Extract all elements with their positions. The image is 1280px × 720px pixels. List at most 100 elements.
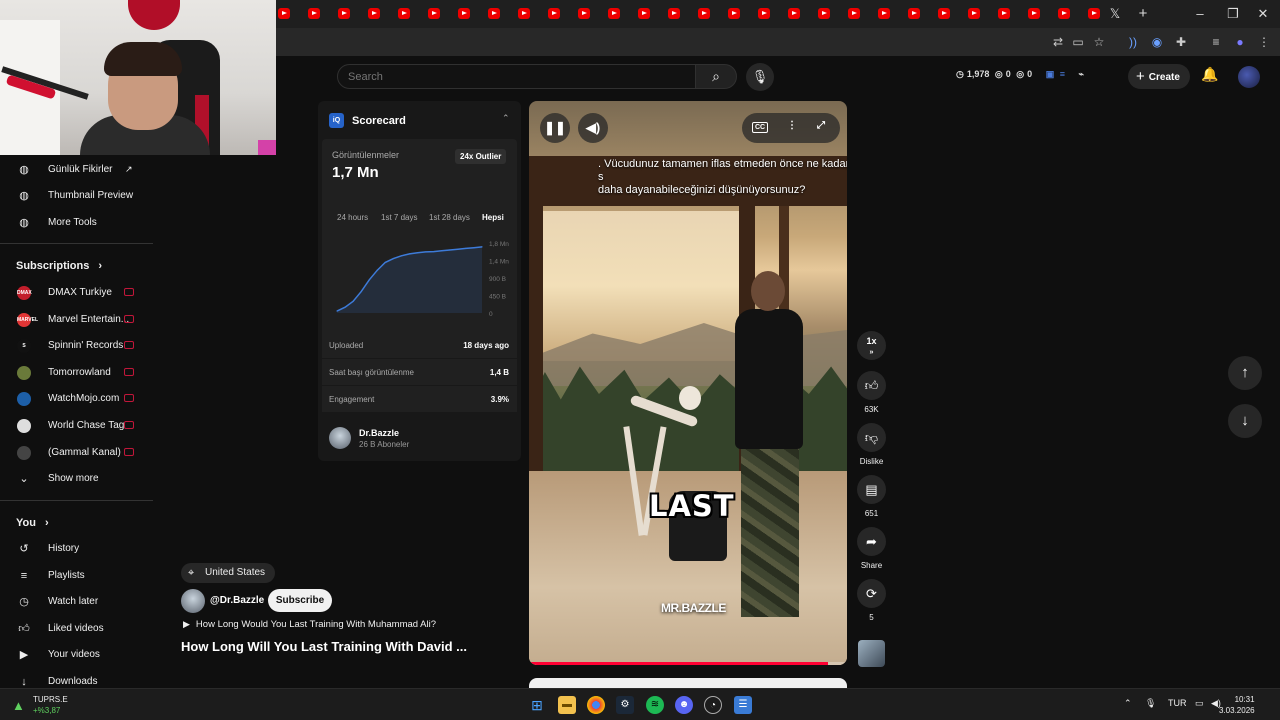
tab-1st-7-days[interactable]: 1st 7 days	[381, 213, 417, 222]
display-icon[interactable]: ▭	[1195, 698, 1204, 709]
file-explorer-icon[interactable]: ▬	[558, 696, 576, 714]
youtube-tab-icon[interactable]	[488, 8, 500, 19]
fullscreen-icon[interactable]: ⤢	[817, 120, 825, 131]
sidebar-item-your-videos[interactable]: ▶ Your videos	[0, 642, 155, 668]
next-video-button[interactable]: ↓	[1228, 404, 1262, 438]
sidebar-item-subscription[interactable]: Tomorrowland	[0, 360, 155, 386]
search-button[interactable]: ⌕	[695, 64, 737, 89]
chevron-up-icon[interactable]: ⌃	[1124, 698, 1132, 709]
spotify-icon[interactable]: ≋	[646, 696, 664, 714]
sidebar-item-subscription[interactable]: (Gammal Kanal)	[0, 440, 155, 466]
microphone-icon[interactable]: 🎙	[1145, 698, 1156, 709]
sidebar-item-subscription[interactable]: World Chase Tag	[0, 413, 155, 439]
sidebar-item-history[interactable]: ↺ History	[0, 536, 155, 562]
tab-1st-28-days[interactable]: 1st 28 days	[429, 213, 470, 222]
menu-dots-icon[interactable]: ⋮	[1255, 33, 1273, 51]
comment-icon[interactable]: ▤	[857, 475, 886, 504]
notifications-bell-icon[interactable]: 🔔	[1200, 66, 1220, 86]
show-more-button[interactable]: ⌄ Show more	[0, 466, 155, 492]
location-chip[interactable]: ⌖ United States	[181, 563, 276, 583]
translate-icon[interactable]: ⇄	[1049, 33, 1067, 51]
sidebar-item-thumbnail-preview[interactable]: ◍ Thumbnail Preview	[0, 183, 155, 209]
subscriptions-heading[interactable]: Subscriptions ›	[16, 260, 102, 272]
video-title[interactable]: How Long Will You Last Training With Dav…	[181, 639, 467, 654]
share-action[interactable]: ➦ Share	[857, 527, 886, 570]
profile-avatar-icon[interactable]: ●	[1231, 33, 1249, 51]
youtube-tab-icon[interactable]	[878, 8, 890, 19]
remix-icon[interactable]: ⟳	[857, 579, 886, 608]
bookmark-star-icon[interactable]: ☆	[1090, 33, 1108, 51]
chrome-icon[interactable]	[587, 696, 605, 714]
youtube-tab-icon[interactable]	[698, 8, 710, 19]
youtube-tab-icon[interactable]	[818, 8, 830, 19]
language-indicator[interactable]: TUR	[1168, 698, 1187, 708]
remix-action[interactable]: ⟳ 5	[857, 579, 886, 622]
tab-hepsi[interactable]: Hepsi	[482, 213, 504, 222]
notepad-icon[interactable]: ☰	[734, 696, 752, 714]
thumbs-up-icon[interactable]: 👍︎	[857, 371, 886, 400]
youtube-tab-icon[interactable]	[338, 8, 350, 19]
youtube-tab-icon[interactable]	[458, 8, 470, 19]
youtube-tab-icon[interactable]	[788, 8, 800, 19]
clock[interactable]: 10:31 3.03.2026	[1219, 694, 1255, 716]
share-icon[interactable]: ➦	[857, 527, 886, 556]
sidebar-item-liked-videos[interactable]: 👍︎ Liked videos	[0, 616, 155, 642]
youtube-tab-icon[interactable]	[908, 8, 920, 19]
youtube-tab-icon[interactable]	[608, 8, 620, 19]
voice-search-button[interactable]: 🎙	[746, 63, 774, 91]
you-heading[interactable]: You ›	[16, 517, 49, 529]
channel-handle[interactable]: @Dr.Bazzle	[210, 595, 264, 606]
youtube-tab-icon[interactable]	[578, 8, 590, 19]
youtube-tab-icon[interactable]	[518, 8, 530, 19]
sidebar-item-more-tools[interactable]: ◍ More Tools	[0, 210, 155, 236]
video-progress-bar[interactable]	[529, 662, 847, 665]
next-video-card[interactable]	[529, 678, 847, 688]
chevron-up-icon[interactable]: ⌃	[502, 113, 510, 124]
youtube-tab-icon[interactable]	[638, 8, 650, 19]
account-avatar[interactable]	[1238, 66, 1260, 88]
windows-start-icon[interactable]: ⊞	[528, 696, 546, 714]
youtube-tab-icon[interactable]	[968, 8, 980, 19]
sidebar-item-playlists[interactable]: ≡ Playlists	[0, 563, 155, 589]
media-control-icon[interactable]: ≡	[1207, 33, 1225, 51]
channel-thumbnail[interactable]	[858, 640, 885, 667]
dislike-action[interactable]: 👎︎ Dislike	[857, 423, 886, 466]
tab-24-hours[interactable]: 24 hours	[337, 213, 368, 222]
youtube-tab-icon[interactable]	[1028, 8, 1040, 19]
shorts-video-player[interactable]: ❚❚ ◀) CC ⋮ ⤢ . Vücudunuz tamamen iflas e…	[529, 101, 847, 665]
restore-icon[interactable]: ❐	[1223, 4, 1243, 24]
youtube-tab-icon[interactable]	[278, 8, 290, 19]
youtube-tab-icon[interactable]	[1058, 8, 1070, 19]
youtube-tab-icon[interactable]	[728, 8, 740, 19]
x-icon[interactable]: 𝕏	[1105, 4, 1125, 24]
like-action[interactable]: 👍︎ 63K	[857, 371, 886, 414]
channel-avatar[interactable]	[181, 589, 205, 613]
related-video-link[interactable]: ▶ How Long Would You Last Training With M…	[183, 619, 436, 630]
extension-iq-icon[interactable]: ◉	[1148, 33, 1166, 51]
sidebar-item-gunluk-fikirler[interactable]: ◍ Günlük Fikirler ↗	[0, 157, 155, 183]
youtube-tab-icon[interactable]	[398, 8, 410, 19]
youtube-tab-icon[interactable]	[428, 8, 440, 19]
youtube-tab-icon[interactable]	[368, 8, 380, 19]
pause-button[interactable]: ❚❚	[540, 113, 570, 143]
comments-action[interactable]: ▤ 651	[857, 475, 886, 518]
search-input[interactable]	[348, 69, 678, 85]
new-tab-icon[interactable]: +	[1133, 4, 1153, 24]
sidebar-item-subscription[interactable]: WatchMojo.com	[0, 386, 155, 412]
captions-button[interactable]: CC	[752, 122, 769, 133]
sidebar-item-subscription[interactable]: S Spinnin' Records	[0, 333, 155, 359]
close-icon[interactable]: ✕	[1253, 4, 1273, 24]
youtube-tab-icon[interactable]	[668, 8, 680, 19]
scorecard-channel[interactable]: Dr.Bazzle 26 B Aboneler	[322, 419, 517, 457]
minimize-icon[interactable]: –	[1190, 4, 1210, 24]
sidebar-item-watch-later[interactable]: ◷ Watch later	[0, 589, 155, 615]
cast-icon[interactable]: ▭	[1069, 33, 1087, 51]
youtube-tab-icon[interactable]	[308, 8, 320, 19]
playback-speed-button[interactable]: 1x»	[857, 331, 886, 360]
volume-button[interactable]: ◀)	[578, 113, 608, 143]
stock-name[interactable]: TUPRS.E	[33, 695, 68, 704]
youtube-tab-icon[interactable]	[758, 8, 770, 19]
create-button[interactable]: + Create	[1128, 64, 1190, 89]
youtube-tab-icon[interactable]	[998, 8, 1010, 19]
extension-stats[interactable]: ◷ 1,978 ◎ 0 ◎ 0 ▣ ≡ ⌁	[956, 69, 1087, 85]
